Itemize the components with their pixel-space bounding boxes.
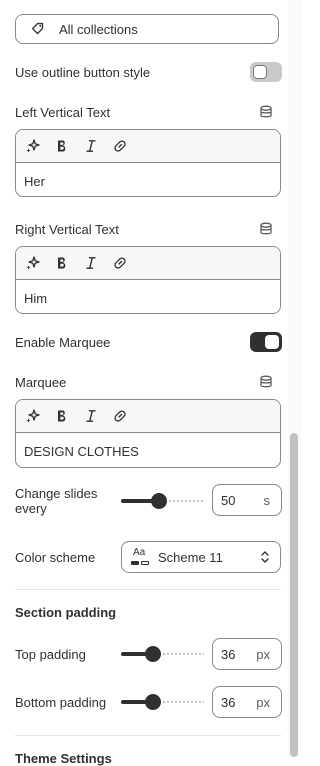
- enable-marquee-toggle[interactable]: [250, 332, 282, 352]
- left-vertical-text-editor: Her: [15, 129, 281, 197]
- database-icon[interactable]: [259, 222, 273, 236]
- section-divider: [15, 735, 281, 736]
- slider-thumb[interactable]: [145, 694, 162, 710]
- slider-thumb[interactable]: [151, 493, 168, 509]
- marquee-editor: DESIGN CLOTHES: [15, 399, 281, 468]
- sparkle-icon[interactable]: [19, 132, 47, 160]
- slider-thumb[interactable]: [145, 646, 162, 662]
- sparkle-icon[interactable]: [19, 249, 47, 277]
- top-padding-unit: px: [256, 646, 270, 662]
- italic-icon[interactable]: [77, 402, 105, 430]
- color-scheme-value: Scheme 11: [158, 549, 223, 565]
- italic-icon[interactable]: [77, 132, 105, 160]
- section-divider: [15, 589, 281, 590]
- change-slides-label: Change slides every: [15, 486, 97, 516]
- outline-button-toggle[interactable]: [250, 62, 282, 82]
- database-icon[interactable]: [259, 375, 273, 389]
- scheme-swatch: Aa: [131, 547, 151, 567]
- bottom-padding-value[interactable]: 36: [221, 695, 256, 710]
- link-icon[interactable]: [106, 132, 134, 160]
- all-collections-button[interactable]: All collections: [15, 14, 279, 44]
- settings-panel: All collections Use outline button style…: [0, 0, 288, 766]
- top-padding-slider[interactable]: [121, 644, 204, 664]
- bottom-padding-unit: px: [256, 694, 270, 710]
- chevron-up-down-icon: [261, 551, 269, 563]
- slider-track: [169, 500, 204, 502]
- left-vertical-text-label: Left Vertical Text: [15, 105, 111, 120]
- editor-toolbar: [16, 400, 280, 433]
- right-vertical-text-editor: Him: [15, 246, 281, 314]
- scheme-swatch-text: Aa: [133, 547, 146, 558]
- toggle-knob: [253, 65, 267, 79]
- left-vertical-text-input[interactable]: Her: [16, 163, 280, 196]
- marquee-label: Marquee: [15, 375, 67, 390]
- bottom-padding-input[interactable]: 36 px: [212, 686, 282, 718]
- change-slides-label-line1: Change slides: [15, 486, 98, 501]
- bold-icon[interactable]: [48, 249, 76, 277]
- italic-icon[interactable]: [77, 249, 105, 277]
- toggle-knob: [265, 335, 279, 349]
- outline-button-label: Use outline button style: [15, 65, 151, 80]
- enable-marquee-label: Enable Marquee: [15, 335, 111, 350]
- color-scheme-label: Color scheme: [15, 550, 96, 565]
- scheme-swatch-secondary: [141, 561, 149, 565]
- editor-toolbar: [16, 130, 280, 163]
- all-collections-label: All collections: [59, 21, 138, 37]
- tag-icon: [31, 22, 44, 35]
- marquee-input[interactable]: DESIGN CLOTHES: [16, 433, 280, 467]
- top-padding-input[interactable]: 36 px: [212, 638, 282, 670]
- right-vertical-text-label: Right Vertical Text: [15, 222, 119, 237]
- right-vertical-text-input[interactable]: Him: [16, 280, 280, 313]
- bold-icon[interactable]: [48, 402, 76, 430]
- slider-track: [163, 701, 204, 703]
- theme-settings-heading: Theme Settings: [15, 751, 112, 766]
- section-padding-heading: Section padding: [15, 605, 117, 620]
- link-icon[interactable]: [106, 402, 134, 430]
- bottom-padding-label: Bottom padding: [15, 695, 107, 710]
- bottom-padding-slider[interactable]: [121, 692, 204, 712]
- change-slides-label-line2: every: [15, 501, 47, 516]
- scheme-swatch-primary: [131, 561, 139, 565]
- top-padding-label: Top padding: [15, 647, 86, 662]
- editor-toolbar: [16, 247, 280, 280]
- change-slides-slider[interactable]: [121, 491, 204, 511]
- sparkle-icon[interactable]: [19, 402, 47, 430]
- change-slides-unit: s: [263, 492, 271, 508]
- change-slides-value[interactable]: 50: [221, 493, 264, 508]
- database-icon[interactable]: [259, 105, 273, 119]
- top-padding-value[interactable]: 36: [221, 647, 256, 662]
- change-slides-input[interactable]: 50 s: [212, 484, 282, 516]
- slider-track: [163, 653, 204, 655]
- bold-icon[interactable]: [48, 132, 76, 160]
- color-scheme-select[interactable]: Aa Scheme 11: [121, 541, 281, 573]
- link-icon[interactable]: [106, 249, 134, 277]
- scrollbar-thumb[interactable]: [290, 433, 298, 757]
